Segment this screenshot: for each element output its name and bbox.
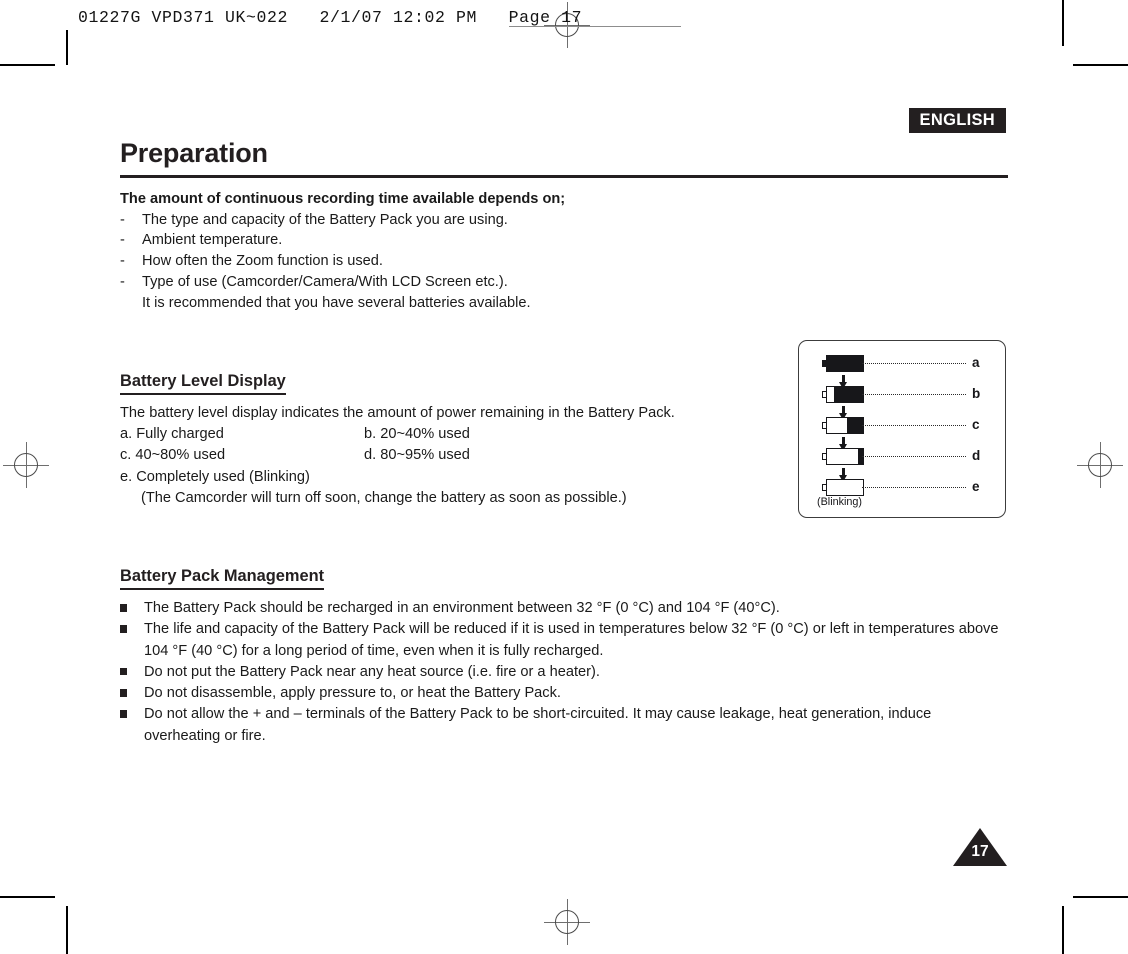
dash-bullet: - [120, 211, 125, 228]
lead-heading: The amount of continuous recording time … [120, 191, 566, 207]
section-heading-battery-pack-management: Battery Pack Management [120, 567, 325, 590]
battery-terminal-nub [822, 421, 827, 430]
lead-item: - Type of use (Camcorder/Camera/With LCD… [120, 272, 800, 293]
diagram-label-c: c [972, 417, 980, 432]
title-underline-rule [120, 175, 1008, 179]
language-badge: ENGLISH [908, 108, 1006, 134]
battery-fill-level [834, 387, 863, 402]
document-page: 01227G VPD371 UK~022 2/1/07 12:02 PM Pag… [0, 0, 1128, 954]
battery-level-intro: The battery level display indicates the … [120, 405, 675, 421]
battery-level-item-c: c. 40~80% used [120, 447, 226, 464]
leader-line-a [862, 363, 966, 364]
lead-item: - Ambient temperature. [120, 230, 800, 251]
list-item-text: The Battery Pack should be recharged in … [144, 600, 780, 616]
diagram-label-d: d [972, 448, 981, 463]
crop-mark-bottom-left-vertical [66, 906, 68, 954]
lead-continuation-text: It is recommended that you have several … [142, 294, 531, 311]
battery-level-item-b: b. 20~40% used [364, 426, 470, 443]
list-item: The life and capacity of the Battery Pac… [120, 619, 1000, 662]
battery-icon-e [822, 479, 864, 496]
section-heading-battery-level-display: Battery Level Display [120, 372, 286, 395]
diagram-label-e: e [972, 479, 980, 494]
crop-mark-top-right-horizontal [1073, 64, 1128, 66]
diagram-label-b: b [972, 386, 981, 401]
square-bullet-icon [120, 619, 144, 662]
battery-icon-d [822, 448, 864, 465]
battery-level-item-e-note: (The Camcorder will turn off soon, chang… [141, 489, 627, 506]
list-item-text: Do not disassemble, apply pressure to, o… [144, 685, 561, 702]
dash-bullet: - [120, 273, 125, 290]
leader-line-d [862, 456, 966, 457]
registration-mark-bottom-center [544, 899, 590, 945]
battery-terminal-nub [822, 452, 827, 461]
leader-line-c [862, 425, 966, 426]
battery-fill-level [827, 356, 863, 371]
leader-line-b [862, 394, 966, 395]
lead-item-text: Ambient temperature. [142, 232, 283, 249]
battery-terminal-nub [822, 390, 827, 399]
list-item-text: Do not allow the + and – terminals of th… [144, 706, 932, 744]
square-bullet-icon [120, 683, 144, 704]
battery-terminal-nub [822, 483, 827, 492]
battery-icon-a [822, 355, 864, 372]
list-item: Do not allow the + and – terminals of th… [120, 704, 1000, 747]
registration-mark-right [1077, 442, 1123, 488]
diagram-label-a: a [972, 355, 980, 370]
print-header-strip: 01227G VPD371 UK~022 2/1/07 12:02 PM Pag… [66, 0, 1066, 46]
page-number-text: 17 [971, 843, 989, 860]
dash-bullet: - [120, 232, 125, 249]
square-bullet-icon [120, 598, 144, 619]
dash-bullet: - [120, 253, 125, 270]
battery-level-item-a: a. Fully charged [120, 426, 224, 443]
print-header-rule [509, 26, 681, 28]
list-item-text: The life and capacity of the Battery Pac… [144, 621, 999, 659]
list-item: Do not disassemble, apply pressure to, o… [120, 683, 1000, 704]
square-bullet-icon [120, 704, 144, 747]
battery-icon-b [822, 386, 864, 403]
lead-item-text: Type of use (Camcorder/Camera/With LCD S… [142, 273, 508, 290]
lead-item: - How often the Zoom function is used. [120, 251, 800, 272]
registration-mark-left [3, 442, 49, 488]
battery-level-item-d: d. 80~95% used [364, 447, 470, 464]
crop-mark-bottom-right-horizontal [1073, 896, 1128, 898]
battery-level-row: a. Fully charged b. 20~40% used [120, 424, 820, 445]
list-item: The Battery Pack should be recharged in … [120, 598, 1000, 619]
lead-item-text: The type and capacity of the Battery Pac… [142, 211, 508, 228]
lead-item: - The type and capacity of the Battery P… [120, 210, 800, 231]
crop-mark-bottom-right-vertical [1062, 906, 1064, 954]
battery-icon-c [822, 417, 864, 434]
list-item: Do not put the Battery Pack near any hea… [120, 662, 1000, 683]
lead-section: The amount of continuous recording time … [120, 189, 800, 313]
battery-terminal-nub [822, 359, 827, 368]
battery-level-item-e: e. Completely used (Blinking) [120, 468, 310, 485]
leader-line-e [862, 487, 966, 488]
print-header-text: 01227G VPD371 UK~022 2/1/07 12:02 PM Pag… [78, 8, 583, 27]
battery-fill-level [846, 418, 863, 433]
lead-item-text: How often the Zoom function is used. [142, 253, 383, 270]
diagram-blinking-note: (Blinking) [817, 496, 863, 508]
page-title: Preparation [120, 138, 268, 168]
page-number-badge: 17 [953, 828, 1007, 868]
battery-level-row: c. 40~80% used d. 80~95% used [120, 445, 820, 466]
crop-mark-bottom-left-horizontal [0, 896, 55, 898]
battery-level-display-body: The battery level display indicates the … [120, 403, 820, 509]
battery-pack-management-list: The Battery Pack should be recharged in … [120, 598, 1000, 747]
crop-mark-top-left-horizontal [0, 64, 55, 66]
square-bullet-icon [120, 662, 144, 683]
list-item-text: Do not put the Battery Pack near any hea… [144, 663, 600, 680]
